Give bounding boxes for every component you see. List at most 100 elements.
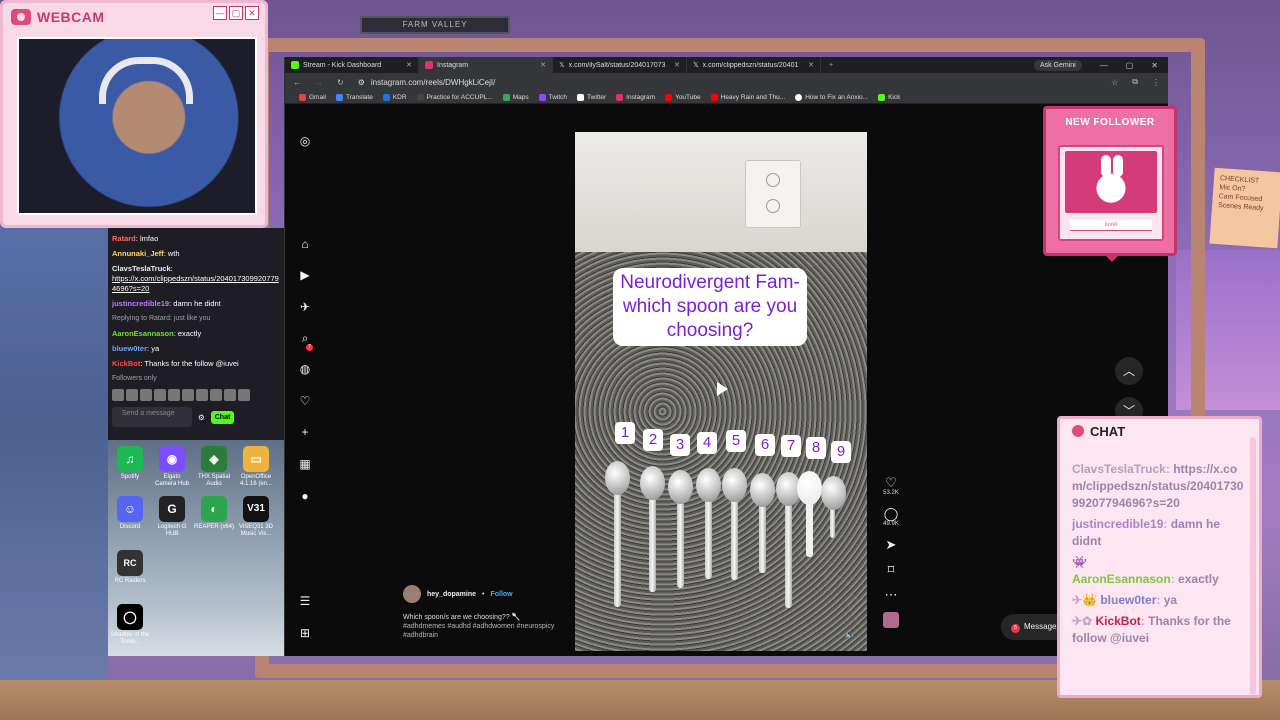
share-button[interactable]: ➤ xyxy=(877,537,905,552)
bookmark-maps[interactable]: Maps xyxy=(502,93,529,101)
tab-bar: Stream - Kick Dashboard ✕ Instagram ✕ 𝕏x.c… xyxy=(285,57,1168,73)
follow-button[interactable]: Follow xyxy=(490,590,512,599)
badge-icon: ✈👑 xyxy=(1072,593,1097,607)
close-tab-icon[interactable]: ✕ xyxy=(674,61,680,69)
emote-icon[interactable] xyxy=(154,389,166,401)
desktop-icon-ghub[interactable]: G Logitech G HUB xyxy=(152,496,192,538)
bookmark-gmail[interactable]: Gmail xyxy=(299,93,326,101)
create-icon[interactable]: + xyxy=(298,425,312,439)
reel-username[interactable]: hey_dopamine xyxy=(427,590,476,599)
mute-icon[interactable]: 🔈 xyxy=(845,630,855,639)
desktop-icon-spotify[interactable]: ♫ Spotify xyxy=(110,446,150,481)
avatar[interactable] xyxy=(403,585,421,603)
like-button[interactable]: ♡ 53.2K xyxy=(877,475,905,496)
chat-message-input[interactable]: Send a message xyxy=(112,407,192,427)
reels-icon[interactable]: ▶ xyxy=(298,268,312,282)
maximize-window-icon[interactable]: ▢ xyxy=(1126,61,1134,70)
more-options-button[interactable]: ⋯ xyxy=(877,587,905,602)
bookmark-twitter[interactable]: Twitter xyxy=(577,93,606,101)
tab-kick-dashboard[interactable]: Stream - Kick Dashboard ✕ xyxy=(285,57,419,73)
desktop-icon-openoffice[interactable]: ▭ OpenOffice 4.1.16 (en... xyxy=(236,446,276,488)
bookmark-heavy-rain[interactable]: Heavy Rain and Thu... xyxy=(710,93,785,101)
forward-icon[interactable]: → xyxy=(315,78,323,87)
site-info-icon[interactable]: ⚙ xyxy=(358,78,365,87)
x-icon: 𝕏 xyxy=(693,62,699,69)
close-tab-icon[interactable]: ✕ xyxy=(406,61,412,69)
chat-username[interactable]: Ratard xyxy=(112,234,136,243)
minimize-window-icon[interactable]: — xyxy=(1100,61,1108,70)
tab-x-ilysalt[interactable]: 𝕏x.com/ilySalt/status/204017073... ✕ xyxy=(553,57,687,73)
bookmark-practice[interactable]: Practice for ACCUPL... xyxy=(416,93,493,101)
browser-window: Stream - Kick Dashboard ✕ Instagram ✕ 𝕏x.c… xyxy=(284,57,1168,656)
explore-icon[interactable]: ◍ xyxy=(298,362,312,376)
chat-username[interactable]: justincredible19 xyxy=(112,299,169,308)
save-button[interactable]: ⌑ xyxy=(877,562,905,577)
direct-icon[interactable]: ✈ xyxy=(298,300,312,314)
caption-hashtags[interactable]: #adhdmemes #audhd #adhdwomen #neurospicy… xyxy=(403,622,573,640)
desktop-icon-reaper[interactable]: ◐ REAPER (x64) xyxy=(194,496,234,531)
desktop-icon-rcraiders[interactable]: RC RC Raiders xyxy=(110,550,150,585)
emote-icon[interactable] xyxy=(224,389,236,401)
desktop-icon-discord[interactable]: ☺ Discord xyxy=(110,496,150,531)
webcam-panel: WEBCAM — ▢ ✕ xyxy=(0,0,268,228)
bookmark-anxiety[interactable]: How to Fix an Anxio... xyxy=(795,93,868,101)
chat-send-button[interactable]: Chat xyxy=(210,410,235,424)
extensions-icon[interactable]: ⧉ xyxy=(1132,77,1138,87)
close-tab-icon[interactable]: ✕ xyxy=(808,61,814,69)
chat-username[interactable]: KickBot xyxy=(112,359,140,368)
messages-badge: 5 xyxy=(1011,624,1020,633)
bookmark-instagram[interactable]: Instagram xyxy=(616,93,655,101)
dashboard-icon[interactable]: ▦ xyxy=(298,457,312,471)
ask-gemini-button[interactable]: Ask Gemini xyxy=(1033,59,1082,71)
more-menu-icon[interactable]: ☰ xyxy=(298,594,312,608)
desktop-icon-viseq[interactable]: V31 ViSEQ31 3D Music Vis... xyxy=(236,496,276,538)
close-window-icon[interactable]: ✕ xyxy=(1151,61,1158,70)
comment-button[interactable]: ◯ 49.9K xyxy=(877,506,905,527)
bookmark-youtube[interactable]: YouTube xyxy=(665,93,701,101)
emote-icon[interactable] xyxy=(196,389,208,401)
emote-icon[interactable] xyxy=(140,389,152,401)
tab-x-clippedszn[interactable]: 𝕏x.com/clippedszn/status/20401... ✕ xyxy=(687,57,821,73)
bookmark-star-icon[interactable]: ☆ xyxy=(1111,78,1118,87)
new-tab-button[interactable]: + xyxy=(821,62,841,69)
bookmark-translate[interactable]: Translate xyxy=(335,93,373,101)
audio-thumbnail[interactable] xyxy=(877,612,905,628)
chat-username[interactable]: bluew0ter xyxy=(112,344,147,353)
desktop-icon-tombraider[interactable]: ◯ Shadow of the Tomb... xyxy=(110,604,150,646)
desktop-icon-thx[interactable]: ◈ THX Spatial Audio xyxy=(194,446,234,488)
desktop-icon-elgato[interactable]: ◉ Elgato Camera Hub xyxy=(152,446,192,488)
emote-icon[interactable] xyxy=(210,389,222,401)
play-icon[interactable] xyxy=(711,378,733,400)
close-icon: ✕ xyxy=(245,6,259,20)
heart-icon[interactable]: ♡ xyxy=(298,394,312,408)
emote-icon[interactable] xyxy=(112,389,124,401)
chat-username[interactable]: ClavsTeslaTruck xyxy=(112,264,171,273)
previous-reel-button[interactable]: ︿ xyxy=(1115,357,1143,385)
reload-icon[interactable]: ↻ xyxy=(337,78,344,87)
chat-icon xyxy=(1072,425,1084,437)
instagram-logo-icon[interactable]: ◎ xyxy=(298,134,312,148)
chat-username[interactable]: AaronEsannason xyxy=(112,329,174,338)
instagram-icon xyxy=(616,93,624,101)
tab-instagram[interactable]: Instagram ✕ xyxy=(419,57,553,73)
profile-avatar-icon[interactable]: ● xyxy=(298,489,312,503)
back-icon[interactable]: ← xyxy=(293,78,301,87)
search-icon[interactable]: ⌕ xyxy=(298,331,312,345)
emote-icon[interactable] xyxy=(126,389,138,401)
menu-icon[interactable]: ⋮ xyxy=(1152,78,1160,87)
bookmark-kdr[interactable]: KDR xyxy=(382,93,407,101)
bookmark-kick[interactable]: Kick xyxy=(878,93,900,101)
emote-icon[interactable] xyxy=(182,389,194,401)
settings-icon[interactable]: ⚙ xyxy=(198,413,205,422)
home-icon[interactable]: ⌂ xyxy=(298,237,312,251)
emote-icon[interactable] xyxy=(238,389,250,401)
reel-video[interactable]: Neurodivergent Fam- which spoon are you … xyxy=(575,132,867,651)
threads-icon[interactable]: ⊞ xyxy=(298,626,312,640)
chat-link[interactable]: https://x.com/clippedszn/status/20401730… xyxy=(112,274,279,293)
emote-icon[interactable] xyxy=(168,389,180,401)
bookmark-twitch[interactable]: Twitch xyxy=(538,93,567,101)
chat-username[interactable]: Annunaki_Jeff xyxy=(112,249,164,258)
chat-scrollbar[interactable] xyxy=(1250,437,1256,695)
url-field[interactable]: ⚙ instagram.com/reels/DWHgkLiCejI/ xyxy=(358,78,496,87)
close-tab-icon[interactable]: ✕ xyxy=(540,61,546,69)
